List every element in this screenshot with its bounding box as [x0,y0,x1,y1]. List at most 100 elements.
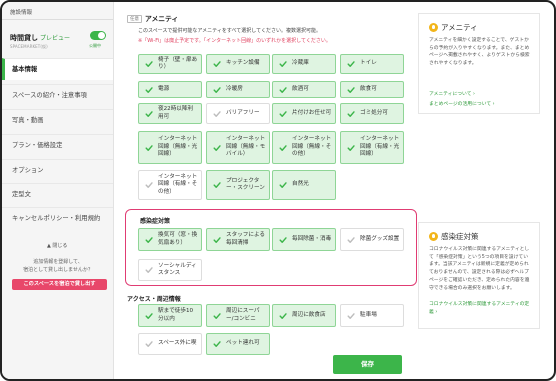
option-checkbox[interactable]: 電源 [138,81,202,98]
rent-as-stay-button[interactable]: このスペースを宿泊で貸し出す [12,279,107,290]
sidebar-item[interactable]: オプション [2,159,113,181]
option-checkbox[interactable]: 飲酒可 [272,81,336,98]
check-icon [145,86,153,94]
check-icon [279,312,287,320]
option-checkbox[interactable]: インターネット 回線（無線・そ の他） [272,131,336,164]
check-icon [347,60,355,68]
option-label: 自然光 [292,181,309,188]
option-checkbox[interactable]: 片付けお任せ可 [272,103,336,124]
option-checkbox[interactable]: 周辺に飲食店 [272,304,336,327]
company-name: SPACEMARKET(仮) [10,44,48,49]
check-icon [213,340,221,348]
infection-heading: 感染症対策 [140,218,171,225]
info-body: アメニティを細かく設定することで、ゲストからの予約が入りやすくなります。また、ま… [429,38,530,67]
option-checkbox[interactable]: 毎回除菌・消毒 [272,228,336,251]
app-window: 施設情報 時間貸し プレビュー SPACEMARKET(仮) 公開中 基本情報ス… [0,0,556,381]
sidebar-note: 追加情報を登録して、 宿泊として貸し出しませんか？ [23,259,93,273]
amenity-info-panel: アメニティ アメニティを細かく設定することで、ゲストからの予約が入りやすくなりま… [418,13,540,114]
check-icon [213,312,221,320]
main-content: 任意 アメニティ このスペースで提供可能なアメニティをすべて選択してください。複数… [115,2,417,379]
sidebar-item[interactable]: 写真・動画 [2,109,113,131]
option-checkbox[interactable]: インターネット 回線（無線・光 回線） [138,131,202,164]
info-body: コロナウイルス対策に関連するアメニティとして「感染症対策」という5つの項目を設け… [429,247,530,291]
option-checkbox[interactable]: 椅子（壁・扉あり） [138,54,202,74]
unchecked-icon [347,236,355,244]
preview-link[interactable]: プレビュー [40,33,70,42]
option-checkbox[interactable]: インターネット 回線（無線・モ バイル） [206,131,270,164]
collapse-button[interactable]: ▲ 閉じる [47,242,67,249]
option-label: 飲食可 [360,85,377,92]
option-label: 駐車場 [360,311,377,318]
option-checkbox[interactable]: 換気可（窓・換 気扇あり） [138,228,202,251]
unchecked-icon [145,340,153,348]
check-icon [279,110,287,118]
divider [2,19,113,20]
option-checkbox[interactable]: 駐車場 [340,304,404,327]
option-checkbox[interactable]: スペース外に喫 [138,333,202,355]
check-icon [145,144,153,152]
option-checkbox[interactable]: インターネット 回線（有線・光 回線） [340,131,404,164]
sidebar-item[interactable]: 基本情報 [2,58,113,80]
check-icon [145,312,153,320]
check-icon [213,86,221,94]
sidebar-title: 施設情報 [10,10,33,16]
option-label: インターネット 回線（有線・そ の他） [158,173,198,195]
option-checkbox[interactable]: 駅まで徒歩10 分以内 [138,304,202,327]
check-icon [347,110,355,118]
option-label: 飲酒可 [292,85,309,92]
option-checkbox[interactable]: インターネット 回線（有線・そ の他） [138,170,202,200]
option-checkbox[interactable]: トイレ [340,54,404,74]
option-label: トイレ [360,60,377,67]
amenity-description: このスペースで提供可能なアメニティをすべて選択してください。複数選択可能。 [138,28,322,34]
check-icon [145,110,153,118]
option-label: インターネット 回線（無線・そ の他） [292,136,332,158]
save-button[interactable]: 保存 [333,355,402,374]
option-label: インターネット 回線（有線・光 回線） [360,136,400,158]
option-checkbox[interactable]: 自然光 [272,170,336,200]
option-checkbox[interactable]: 周辺にスーパ ー/コンビニ [206,304,270,327]
option-checkbox[interactable]: スタッフによる 毎回清掃 [206,228,270,251]
option-label: 除菌グッズ設置 [360,235,400,242]
option-label: スペース外に喫 [158,340,197,347]
option-checkbox[interactable]: 夜22時以降利 用可 [138,103,202,124]
toggle-knob [98,32,105,39]
option-label: プロジェクタ ー・スクリーン [226,177,265,192]
infection-definition-link[interactable]: コロナウイルス対策に関連するアメニティの定義 › [429,301,533,316]
option-checkbox[interactable]: バリアフリー [206,103,270,124]
sidebar-item[interactable]: 定型文 [2,183,113,205]
publish-status-label: 公開中 [89,43,101,48]
sidebar-item[interactable]: プラン・価格設定 [2,134,113,156]
option-checkbox[interactable]: 冷蔵庫 [272,54,336,74]
option-checkbox[interactable]: ペット連れ可 [206,333,270,355]
option-label: インターネット 回線（無線・光 回線） [158,136,198,158]
sidebar-item[interactable]: キャンセルポリシー・利用規約 [2,207,113,229]
sidebar: 施設情報 時間貸し プレビュー SPACEMARKET(仮) 公開中 基本情報ス… [2,2,114,379]
option-label: 冷暖房 [226,85,243,92]
unchecked-icon [213,110,221,118]
check-icon [279,86,287,94]
option-checkbox[interactable]: ソーシャルディ スタンス [138,259,202,281]
info-title: 感染症対策 [441,232,479,241]
amenity-help-link[interactable]: アメニティについて › [429,90,475,97]
amenity-warning: ※「Wi-Fi」は廃止予定です。「インターネット回線」のいずれかを選択してくださ… [138,38,331,44]
check-icon [347,86,355,94]
sidebar-item[interactable]: スペースの紹介・注意事項 [2,84,113,106]
publish-toggle[interactable] [90,31,106,40]
check-icon [279,60,287,68]
check-icon [213,236,221,244]
option-label: ソーシャルディ スタンス [158,262,197,277]
option-checkbox[interactable]: 除菌グッズ設置 [340,228,404,251]
option-checkbox[interactable]: 冷暖房 [206,81,270,98]
option-label: スタッフによる 毎回清掃 [226,232,265,246]
amenity-heading-text: アメニティ [145,15,179,23]
option-label: バリアフリー [226,109,260,116]
option-checkbox[interactable]: 飲食可 [340,81,404,98]
option-checkbox[interactable]: ゴミ処分可 [340,103,404,124]
option-label: 周辺にスーパ ー/コンビニ [226,308,260,322]
option-label: 周辺に飲食店 [292,311,326,318]
option-checkbox[interactable]: プロジェクタ ー・スクリーン [206,170,270,200]
infection-info-panel: 感染症対策 コロナウイルス対策に関連するアメニティとして「感染症対策」という5つ… [418,222,540,329]
summary-page-link[interactable]: まとめページの活用について › [429,100,495,107]
option-checkbox[interactable]: キッチン設備 [206,54,270,74]
unchecked-icon [347,312,355,320]
